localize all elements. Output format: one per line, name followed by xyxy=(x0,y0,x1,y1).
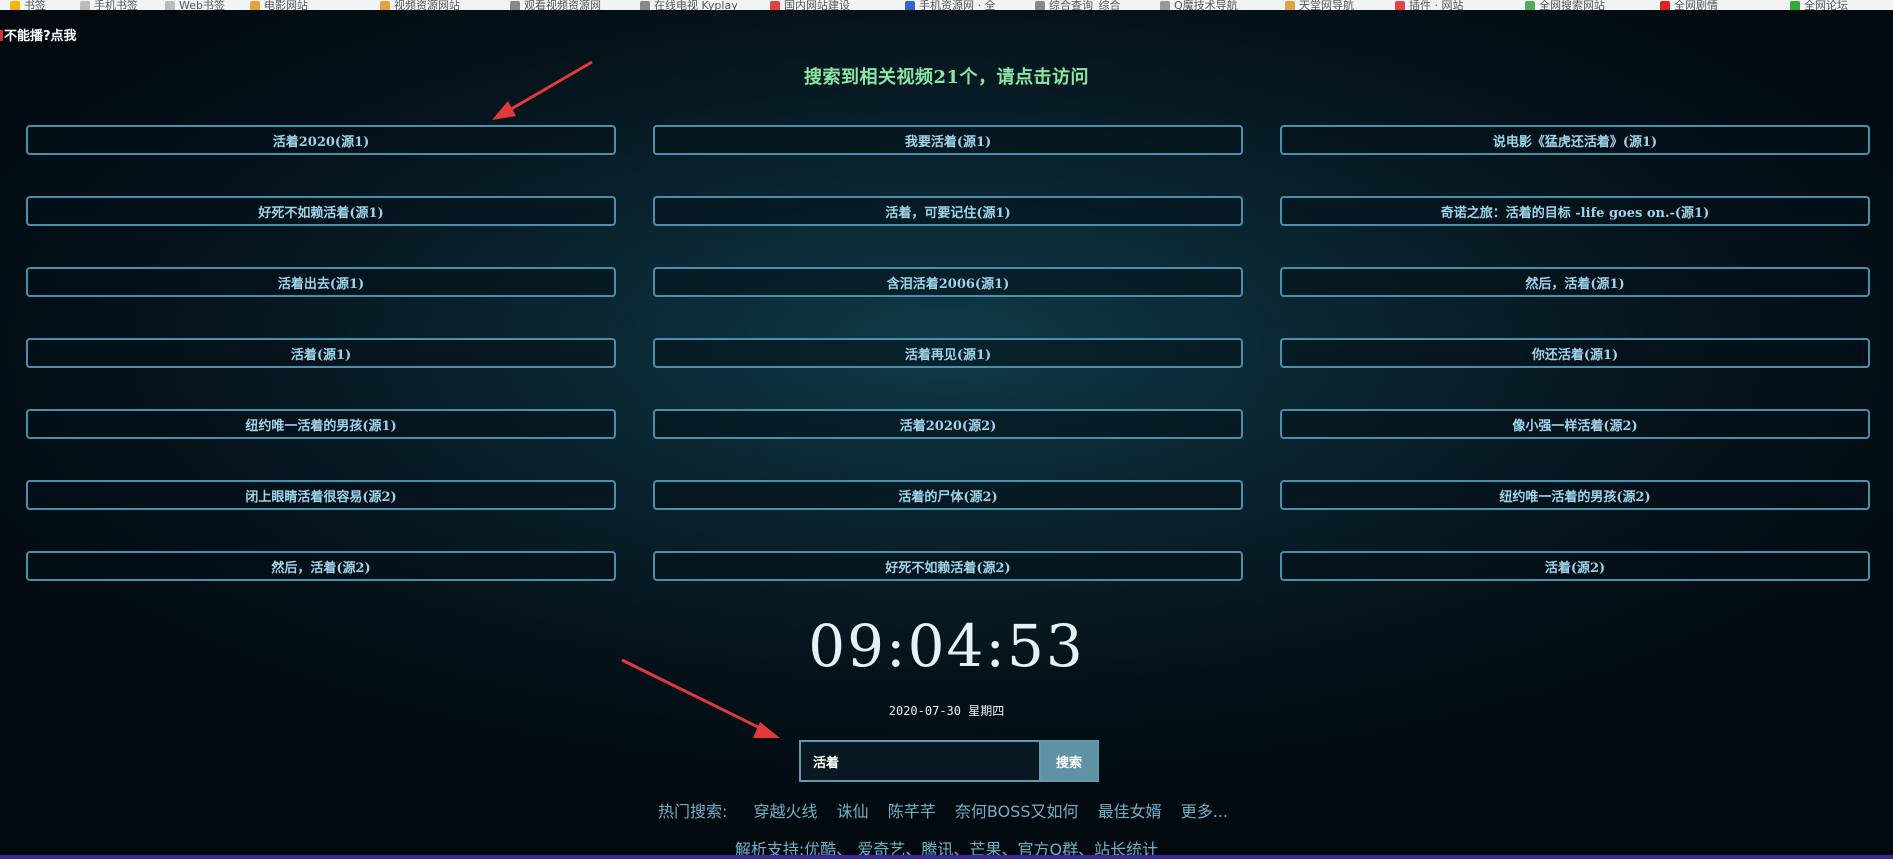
video-result-button[interactable]: 活着2020(源2) xyxy=(653,409,1243,439)
site-icon xyxy=(250,1,260,10)
hot-search-link[interactable]: 奈何BOSS又如何 xyxy=(955,802,1079,821)
bookmark-item[interactable]: 全网搜索网站 xyxy=(1525,0,1605,10)
video-result-button[interactable]: 活着出去(源1) xyxy=(26,267,616,297)
hot-search-link[interactable]: 穿越火线 xyxy=(754,802,818,821)
bookmark-item[interactable]: 国内网站建设 xyxy=(770,0,850,10)
bookmark-item[interactable]: Q魔技术导航 xyxy=(1160,0,1238,10)
video-result-button[interactable]: 像小强一样活着(源2) xyxy=(1280,409,1870,439)
video-results-grid: 活着2020(源1) 我要活着(源1) 说电影《猛虎还活着》(源1) 好死不如赖… xyxy=(26,125,1870,581)
video-result-button[interactable]: 纽约唯一活着的男孩(源2) xyxy=(1280,480,1870,510)
bookmarks-bar: 书签 手机书签 Web书签 电影网站 视频资源网站 观看视频资源网 在线电视 K… xyxy=(0,0,1893,10)
globe-icon xyxy=(1035,1,1045,10)
site-icon xyxy=(1395,1,1405,10)
bookmark-item[interactable]: 观看视频资源网 xyxy=(510,0,601,10)
result-title: 搜索到相关视频21个，请点击访问 xyxy=(803,67,1090,88)
site-icon xyxy=(1525,1,1535,10)
bookmark-item[interactable]: 天堂网导航 xyxy=(1285,0,1354,10)
bookmark-item[interactable]: 在线电视 Kyplay xyxy=(640,0,738,10)
video-result-button[interactable]: 活着再见(源1) xyxy=(653,338,1243,368)
video-result-button[interactable]: 然后，活着(源2) xyxy=(26,551,616,581)
bookmark-item[interactable]: 全网论坛 xyxy=(1790,0,1848,10)
bookmark-item[interactable]: 综合查询_综合 xyxy=(1035,0,1121,10)
site-icon xyxy=(380,1,390,10)
digital-clock: 09:04:53 xyxy=(808,612,1085,680)
site-icon xyxy=(1660,1,1670,10)
cannot-play-link[interactable]: 不能播?点我 xyxy=(0,25,77,44)
bookmark-item[interactable]: 手机书签 xyxy=(80,0,138,10)
page-icon xyxy=(80,1,90,10)
video-result-button[interactable]: 说电影《猛虎还活着》(源1) xyxy=(1280,125,1870,155)
diamond-icon xyxy=(1160,1,1170,10)
bookmark-item[interactable]: 书签 xyxy=(10,0,46,10)
more-link[interactable]: 更多... xyxy=(1181,802,1228,821)
site-icon xyxy=(1285,1,1295,10)
video-result-button[interactable]: 闭上眼睛活着很容易(源2) xyxy=(26,480,616,510)
bottom-bar xyxy=(0,855,1893,859)
bookmark-item[interactable]: Web书签 xyxy=(165,0,225,10)
hot-search-label: 热门搜索: xyxy=(658,802,728,821)
video-result-button[interactable]: 活着，可要记住(源1) xyxy=(653,196,1243,226)
date-display: 2020-07-30 星期四 xyxy=(888,704,1005,718)
star-icon xyxy=(10,1,20,10)
video-result-button[interactable]: 含泪活着2006(源1) xyxy=(653,267,1243,297)
marker-icon xyxy=(0,30,3,41)
hot-search-link[interactable]: 最佳女婿 xyxy=(1098,802,1162,821)
hot-search-link[interactable]: 诛仙 xyxy=(837,802,869,821)
search-form: 搜索 xyxy=(799,740,1099,782)
video-result-button[interactable]: 好死不如赖活着(源2) xyxy=(653,551,1243,581)
bookmark-item[interactable]: 电影网站 xyxy=(250,0,308,10)
chart-icon xyxy=(1790,1,1800,10)
bookmark-item[interactable]: 手机资源网 · 全 xyxy=(905,0,996,10)
video-result-button[interactable]: 然后，活着(源1) xyxy=(1280,267,1870,297)
site-icon xyxy=(770,1,780,10)
video-result-button[interactable]: 纽约唯一活着的男孩(源1) xyxy=(26,409,616,439)
site-icon xyxy=(905,1,915,10)
video-result-button[interactable]: 活着2020(源1) xyxy=(26,125,616,155)
video-result-button[interactable]: 好死不如赖活着(源1) xyxy=(26,196,616,226)
page-icon xyxy=(165,1,175,10)
video-result-button[interactable]: 活着(源1) xyxy=(26,338,616,368)
video-result-button[interactable]: 活着的尸体(源2) xyxy=(653,480,1243,510)
video-result-button[interactable]: 我要活着(源1) xyxy=(653,125,1243,155)
hot-search: 热门搜索: 穿越火线 诛仙 陈芊芊 奈何BOSS又如何 最佳女婿 更多... xyxy=(0,798,1893,822)
hot-search-link[interactable]: 陈芊芊 xyxy=(888,802,936,821)
globe-icon xyxy=(510,1,520,10)
video-result-button[interactable]: 你还活着(源1) xyxy=(1280,338,1870,368)
globe-icon xyxy=(640,1,650,10)
video-result-button[interactable]: 奇诺之旅：活着的目标 -life goes on.-(源1) xyxy=(1280,196,1870,226)
bookmark-item[interactable]: 视频资源网站 xyxy=(380,0,460,10)
search-button[interactable]: 搜索 xyxy=(1039,740,1099,782)
search-input[interactable] xyxy=(799,740,1039,782)
bookmark-item[interactable]: 全网剧情 xyxy=(1660,0,1718,10)
video-result-button[interactable]: 活着(源2) xyxy=(1280,551,1870,581)
bookmark-item[interactable]: 插件 · 网站 xyxy=(1395,0,1464,10)
